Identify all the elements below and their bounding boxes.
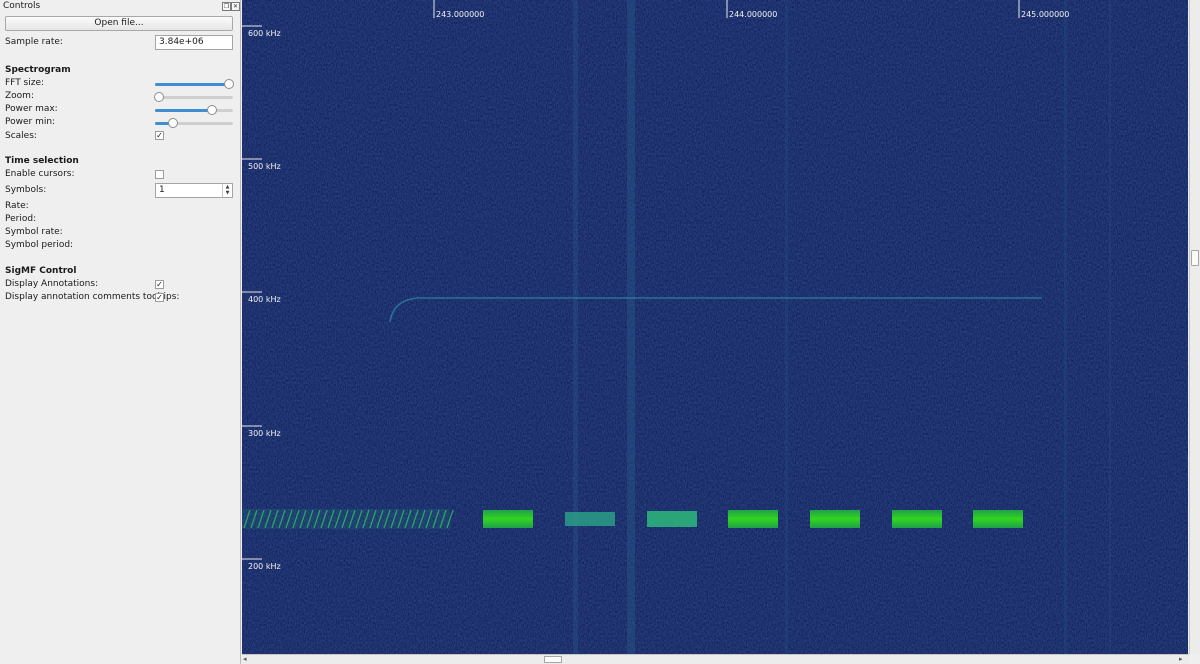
freq-tick-label: 500 kHz [248, 162, 281, 171]
burst-5 [810, 510, 860, 528]
spectrogram-canvas[interactable]: 243.000000 244.000000 245.000000 600 kHz… [242, 0, 1188, 654]
sample-rate-input[interactable]: 3.84e+06 [155, 35, 233, 50]
scales-checkbox[interactable]: ✓ [155, 131, 164, 140]
burst-3 [647, 511, 697, 527]
fft-size-label: FFT size: [5, 78, 45, 88]
display-tooltips-checkbox[interactable]: ✓ [155, 293, 164, 302]
period-label: Period: [5, 214, 37, 224]
dock-title: Controls [3, 1, 41, 11]
symbol-period-label: Symbol period: [5, 240, 74, 250]
controls-dock: Controls ❐ ✕ Open file... Sample rate: 3… [0, 0, 241, 664]
display-annotations-label: Display Annotations: [5, 279, 99, 289]
slider-handle[interactable] [168, 118, 178, 128]
power-min-label: Power min: [5, 117, 56, 127]
enable-cursors-checkbox[interactable] [155, 170, 164, 179]
spectrogram-plot[interactable]: 243.000000 244.000000 245.000000 600 kHz… [242, 0, 1188, 654]
spectrogram-heading: Spectrogram [5, 65, 71, 75]
time-tick-label: 245.000000 [1021, 10, 1069, 19]
open-file-button[interactable]: Open file... [5, 16, 233, 31]
symbols-spinbox[interactable]: 1 ▲ ▼ [155, 183, 233, 198]
spin-arrows-icon[interactable]: ▲ ▼ [222, 184, 232, 197]
vertical-scroll-thumb[interactable] [1191, 250, 1199, 266]
slider-handle[interactable] [224, 79, 234, 89]
burst-6 [892, 510, 942, 528]
zoom-label: Zoom: [5, 91, 34, 101]
time-selection-heading: Time selection [5, 156, 79, 166]
sample-rate-label: Sample rate: [5, 37, 63, 47]
scroll-left-icon[interactable]: ◂ [243, 655, 247, 663]
burst-1 [483, 510, 533, 528]
display-tooltips-label: Display annotation comments tooltips: [5, 292, 180, 302]
power-max-slider[interactable] [155, 105, 233, 115]
symbols-value: 1 [159, 185, 165, 195]
scales-label: Scales: [5, 131, 37, 141]
zoom-slider[interactable] [154, 92, 233, 102]
time-tick-label: 244.000000 [729, 10, 777, 19]
power-max-label: Power max: [5, 104, 58, 114]
display-annotations-checkbox[interactable]: ✓ [155, 280, 164, 289]
slider-handle[interactable] [207, 105, 217, 115]
time-tick-label: 243.000000 [436, 10, 484, 19]
rate-label: Rate: [5, 201, 29, 211]
scroll-right-icon[interactable]: ▸ [1179, 655, 1183, 663]
chirp-burst [242, 509, 454, 529]
burst-2 [565, 512, 615, 526]
horizontal-scroll-thumb[interactable] [544, 656, 562, 663]
float-icon[interactable]: ❐ [222, 2, 231, 11]
close-icon[interactable]: ✕ [231, 2, 240, 11]
power-min-slider[interactable] [155, 118, 233, 128]
freq-tick-label: 300 kHz [248, 429, 281, 438]
freq-tick-label: 200 kHz [248, 562, 281, 571]
slider-handle[interactable] [154, 92, 164, 102]
noise-texture [242, 0, 1188, 654]
symbol-rate-label: Symbol rate: [5, 227, 63, 237]
burst-4 [728, 510, 778, 528]
freq-tick-label: 600 kHz [248, 29, 281, 38]
enable-cursors-label: Enable cursors: [5, 169, 75, 179]
burst-7 [973, 510, 1023, 528]
symbols-label: Symbols: [5, 185, 47, 195]
sigmf-heading: SigMF Control [5, 266, 77, 276]
freq-tick-label: 400 kHz [248, 295, 281, 304]
chirp-glow [242, 509, 450, 529]
vertical-scrollbar[interactable] [1189, 0, 1200, 654]
horizontal-scrollbar[interactable]: ◂ ▸ [242, 654, 1189, 664]
fft-size-slider[interactable] [155, 79, 234, 89]
